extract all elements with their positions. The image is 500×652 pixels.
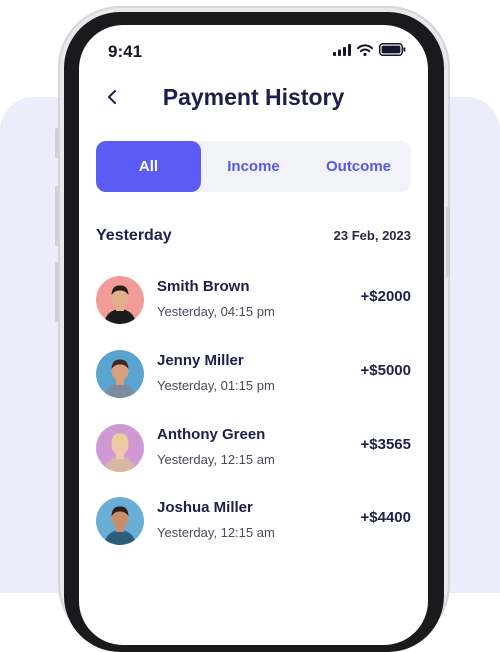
transaction-amount: +$2000 xyxy=(360,288,411,305)
power-button xyxy=(446,207,450,277)
status-time: 9:41 xyxy=(108,42,143,61)
transaction-amount: +$3565 xyxy=(360,436,411,453)
transaction-time: Yesterday, 12:15 am xyxy=(157,525,275,540)
transaction-name: Joshua Miller xyxy=(157,499,253,516)
avatar xyxy=(96,424,144,472)
transaction-time: Yesterday, 01:15 pm xyxy=(157,378,275,393)
avatar xyxy=(96,350,144,398)
transaction-row[interactable]: Smith Brown Yesterday, 04:15 pm +$2000 xyxy=(96,274,411,326)
section-label: Yesterday xyxy=(96,227,172,244)
cellular-signal-icon xyxy=(333,43,351,56)
battery-icon xyxy=(379,43,406,56)
avatar xyxy=(96,497,144,545)
status-icons xyxy=(333,43,406,56)
tab-income[interactable]: Income xyxy=(201,141,306,192)
transaction-amount: +$4400 xyxy=(360,509,411,526)
avatar xyxy=(96,276,144,324)
person-avatar-icon xyxy=(96,350,144,398)
transaction-amount: +$5000 xyxy=(360,362,411,379)
person-avatar-icon xyxy=(96,497,144,545)
section-date: 23 Feb, 2023 xyxy=(333,228,411,243)
transaction-name: Smith Brown xyxy=(157,278,250,295)
tab-outcome[interactable]: Outcome xyxy=(306,141,411,192)
wifi-icon xyxy=(357,43,373,56)
volume-down-button xyxy=(55,262,59,322)
tab-all[interactable]: All xyxy=(96,141,201,192)
silent-switch xyxy=(55,128,59,158)
person-avatar-icon xyxy=(96,424,144,472)
transaction-time: Yesterday, 04:15 pm xyxy=(157,304,275,319)
page-title: Payment History xyxy=(162,84,345,110)
transaction-name: Anthony Green xyxy=(157,426,266,443)
person-avatar-icon xyxy=(96,276,144,324)
transaction-time: Yesterday, 12:15 am xyxy=(157,452,275,467)
transaction-row[interactable]: Joshua Miller Yesterday, 12:15 am +$4400 xyxy=(96,495,411,547)
volume-up-button xyxy=(55,186,59,246)
transaction-row[interactable]: Jenny Miller Yesterday, 01:15 pm +$5000 xyxy=(96,348,411,400)
filter-tabs: All Income Outcome xyxy=(96,141,411,192)
transaction-row[interactable]: Anthony Green Yesterday, 12:15 am +$3565 xyxy=(96,422,411,474)
app-screen: 9:41 Payment History All Income Outcome … xyxy=(79,25,428,645)
transaction-name: Jenny Miller xyxy=(157,352,244,369)
